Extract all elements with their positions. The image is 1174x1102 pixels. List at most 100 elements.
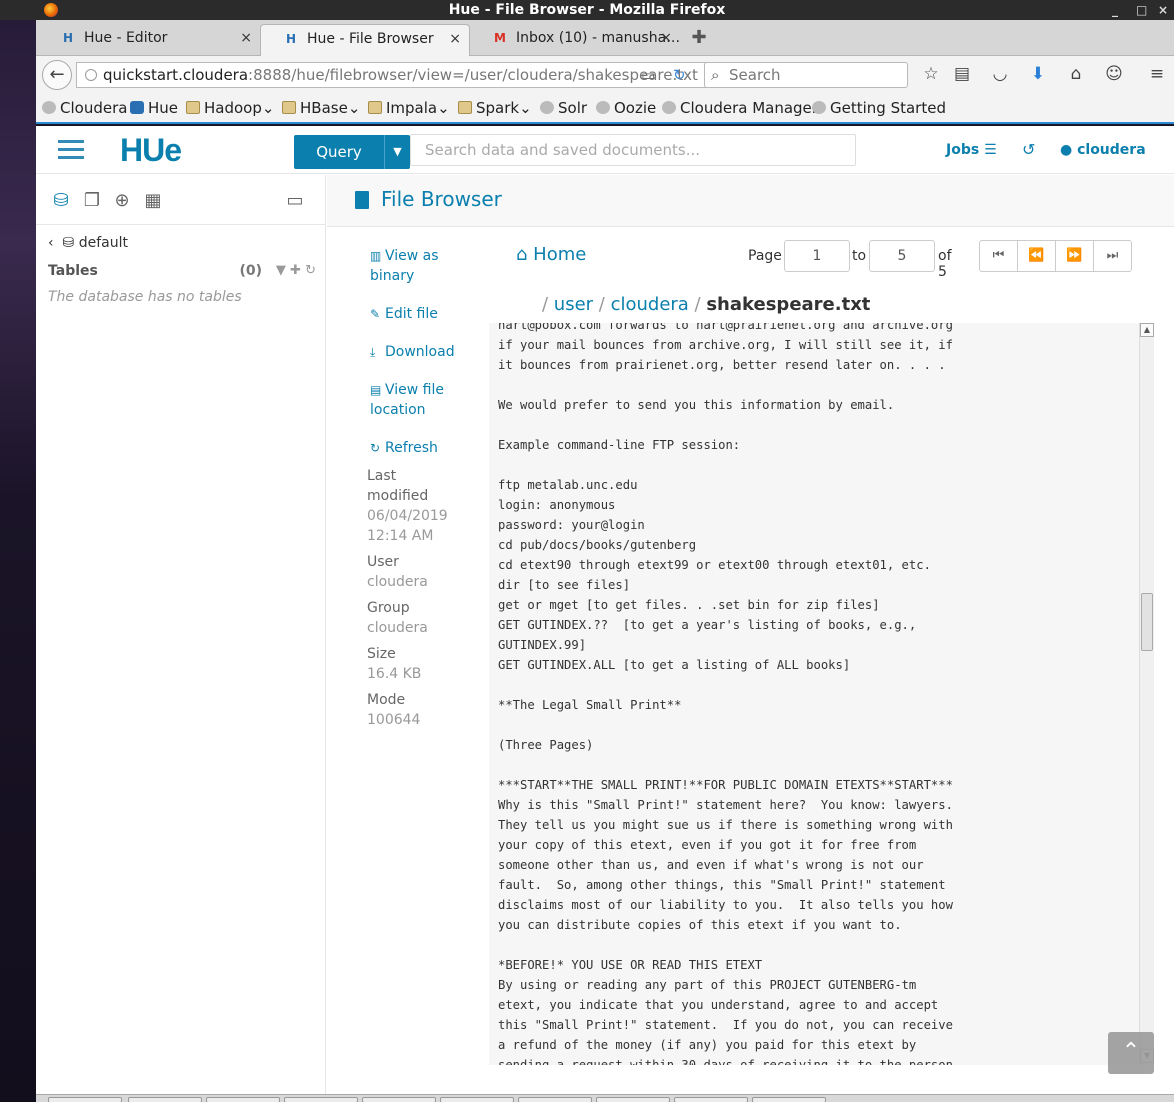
reader-view-icon[interactable]: ▭ — [641, 63, 655, 87]
documents-icon[interactable]: ❐ — [81, 190, 103, 211]
user-name: cloudera — [1077, 142, 1146, 158]
back-button[interactable]: ← — [42, 60, 72, 90]
url-path: :8888/hue/filebrowser/view=/user/clouder… — [248, 66, 698, 84]
caret-down-icon[interactable]: ▼ — [384, 135, 410, 169]
tables-count: (0) — [239, 263, 262, 279]
meta-group: Group cloudera — [367, 600, 428, 636]
browser-search-input[interactable]: ⌕ Search — [704, 62, 908, 88]
bookmark-label: Hue — [148, 99, 179, 117]
close-tab-icon[interactable]: × — [240, 24, 252, 52]
bookmark-label: Cloudera Manager — [680, 99, 818, 117]
minimize-button[interactable]: _ — [1112, 0, 1118, 20]
inbox-icon[interactable]: ▭ — [284, 190, 306, 211]
database-icon[interactable]: ⛁ — [50, 190, 72, 211]
bookmark-hue[interactable]: Hue — [130, 99, 178, 117]
table-actions: ▼ ✚ ↻ — [276, 263, 316, 278]
database-name: default — [78, 235, 128, 251]
tab-bar: H Hue - Editor × H Hue - File Browser × … — [36, 20, 1174, 56]
gmail-icon: M — [494, 31, 506, 45]
bookmark-hadoop[interactable]: Hadoop⌄ — [186, 99, 274, 117]
database-breadcrumb[interactable]: ‹ ⛁ default — [48, 235, 128, 251]
tab-hue-editor[interactable]: H Hue - Editor × — [38, 24, 260, 56]
bookmark-hbase[interactable]: HBase⌄ — [282, 99, 360, 117]
folder-icon — [282, 101, 296, 114]
grid-icon[interactable]: ▦ — [142, 190, 164, 211]
file-content: hart@pobox.com forwards to hart@prairien… — [498, 323, 953, 1065]
scroll-thumb[interactable] — [1141, 593, 1153, 651]
bookmark-star-icon[interactable]: ☆ — [920, 64, 942, 84]
crumb-cloudera[interactable]: cloudera — [611, 294, 689, 315]
plus-icon[interactable]: ✚ — [290, 263, 301, 278]
bookmark-impala[interactable]: Impala⌄ — [368, 99, 450, 117]
bookmark-getting-started[interactable]: Getting Started — [812, 99, 946, 117]
home-icon[interactable]: ⌂ — [1065, 64, 1087, 84]
new-tab-button[interactable]: ✚ — [684, 24, 714, 56]
window-title: Hue - File Browser - Mozilla Firefox — [448, 2, 726, 18]
pencil-icon: ✎ — [370, 307, 381, 321]
jobs-button[interactable]: Jobs ☰ — [946, 142, 997, 158]
bookmark-label: Hadoop — [204, 99, 262, 117]
bookmark-cloudera[interactable]: Cloudera — [42, 99, 127, 117]
bookmark-oozie[interactable]: Oozie — [596, 99, 656, 117]
previous-page-icon[interactable]: ⏪ — [1017, 240, 1056, 272]
reading-list-icon[interactable]: ▤ — [951, 64, 973, 84]
view-file-location-link[interactable]: ▤ View file location — [370, 380, 470, 420]
empty-tables-message: The database has no tables — [48, 289, 242, 305]
bookmarks-toolbar: Cloudera Hue Hadoop⌄ HBase⌄ Impala⌄ Spar… — [36, 94, 1174, 124]
hue-icon: H — [62, 31, 74, 45]
refresh-icon: ↻ — [370, 441, 381, 455]
close-tab-icon[interactable]: × — [660, 24, 672, 52]
view-as-binary-link[interactable]: ▥ View as binary — [370, 246, 470, 286]
maximize-button[interactable]: □ — [1136, 0, 1147, 20]
url-bar[interactable]: quickstart.cloudera:8888/hue/filebrowser… — [76, 62, 732, 88]
download-link[interactable]: ⤓ Download — [370, 342, 470, 362]
refresh-link[interactable]: ↻ Refresh — [370, 438, 470, 458]
close-window-button[interactable]: × — [1158, 0, 1168, 20]
last-page-icon[interactable]: ⏭ — [1093, 240, 1132, 272]
query-button[interactable]: Query ▼ — [294, 135, 410, 169]
filter-icon[interactable]: ▼ — [276, 263, 286, 278]
scroll-up-icon[interactable]: ▲ — [1140, 323, 1154, 337]
file-content-viewer[interactable]: hart@pobox.com forwards to hart@prairien… — [489, 323, 1139, 1065]
url-host: quickstart.cloudera — [103, 66, 249, 84]
folder-icon — [458, 101, 472, 114]
bookmark-cloudera-manager[interactable]: Cloudera Manager — [662, 99, 818, 117]
hamburger-menu-icon[interactable] — [58, 140, 84, 160]
first-page-icon[interactable]: ⏮ — [979, 240, 1018, 272]
menu-icon[interactable]: ≡ — [1146, 64, 1168, 84]
reload-icon[interactable]: ↻ — [673, 63, 686, 87]
bookmark-spark[interactable]: Spark⌄ — [458, 99, 532, 117]
pocket-icon[interactable]: ◡ — [989, 64, 1011, 84]
hue-icon — [130, 101, 144, 114]
site-info-icon[interactable] — [85, 69, 97, 81]
to-label: to — [852, 248, 867, 264]
crumb-file: shakespeare.txt — [706, 294, 871, 315]
chevron-left-icon[interactable]: ‹ — [48, 235, 54, 251]
downloads-icon[interactable]: ⬇ — [1027, 64, 1049, 84]
tab-gmail-inbox[interactable]: M Inbox (10) - manusha… × — [470, 24, 680, 56]
refresh-icon[interactable]: ↻ — [305, 263, 316, 278]
page-from-input[interactable]: 1 — [784, 240, 850, 272]
history-icon[interactable]: ↺ — [1022, 140, 1035, 159]
globe-icon — [42, 101, 56, 114]
bookmark-label: Solr — [558, 99, 588, 117]
global-search-input[interactable]: Search data and saved documents... — [410, 134, 856, 166]
next-page-icon[interactable]: ⏩ — [1055, 240, 1094, 272]
crumb-user[interactable]: user — [554, 294, 593, 315]
chat-icon[interactable]: ☺ — [1103, 64, 1125, 84]
vertical-scrollbar[interactable]: ▲ ▼ — [1139, 323, 1154, 1065]
tab-hue-file-browser[interactable]: H Hue - File Browser × — [260, 24, 470, 56]
bookmark-label: Getting Started — [830, 99, 946, 117]
tab-label: Hue - File Browser — [307, 31, 434, 47]
home-link[interactable]: ⌂ Home — [516, 244, 586, 265]
hue-logo[interactable]: HUe — [120, 132, 182, 169]
globe-icon — [596, 101, 610, 114]
bookmark-solr[interactable]: Solr — [540, 99, 587, 117]
scroll-to-top-button[interactable]: ⌃ — [1108, 1032, 1154, 1074]
bookmark-label: Impala — [386, 99, 438, 117]
close-tab-icon[interactable]: × — [449, 25, 461, 53]
search-icon[interactable]: ⊕ — [111, 190, 133, 211]
user-menu[interactable]: ● cloudera — [1060, 142, 1146, 158]
page-to-input[interactable]: 5 — [869, 240, 935, 272]
edit-file-link[interactable]: ✎ Edit file — [370, 304, 470, 324]
